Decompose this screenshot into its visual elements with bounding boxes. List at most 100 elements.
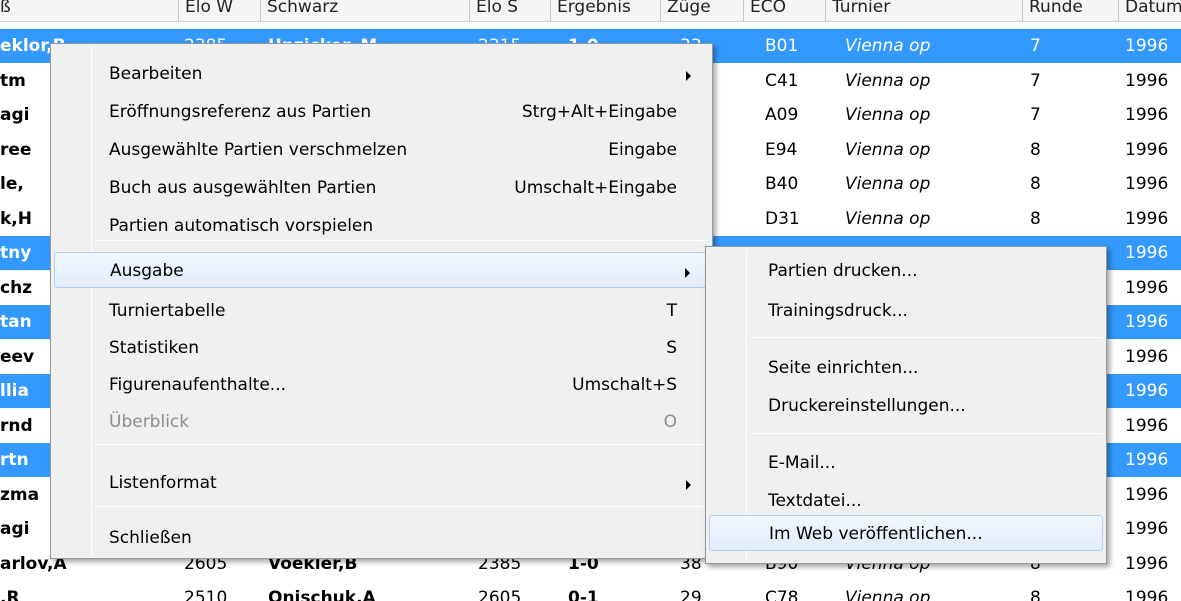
cell-date: 1996 [1125,450,1169,470]
menu-item-label: Schließen [109,528,192,548]
menu-item-shortcut: Umschalt+Eingabe [514,178,677,198]
cell-round: 8 [1030,588,1041,601]
menu-separator [95,444,709,445]
cell-white: ,R [0,588,20,601]
menu-item-eroffnungsreferenz-aus-partien[interactable]: Eröffnungsreferenz aus Partien Strg+Alt+E… [54,94,709,130]
menu-item-buch-aus-ausgewahlten-partien[interactable]: Buch aus ausgewählten Partien Umschalt+Ei… [54,170,709,206]
cell-date: 1996 [1125,415,1169,436]
column-header-event[interactable]: Turnier [825,0,1022,22]
submenu-item-druckereinstellungen[interactable]: Druckereinstellungen... [709,388,1103,424]
cell-round: 7 [1030,105,1041,125]
submenu-item-partien-drucken[interactable]: Partien drucken... [709,253,1103,289]
column-header-white[interactable]: ß [0,0,178,22]
submenu-item-label: Partien drucken... [768,261,918,281]
submenu-item-label: Im Web veröffentlichen... [769,524,983,544]
menu-item-label: Überblick [109,412,190,432]
cell-date: 1996 [1125,346,1169,367]
game-row[interactable]: ,R 2510 Onischuk,A 2605 0-1 29 C78 Vienna op 8 19… [0,581,1181,601]
menu-item-label: Listenformat [109,473,217,493]
cell-eco: C41 [765,70,799,91]
cell-event: Vienna op [845,70,931,91]
cell-date: 1996 [1125,277,1169,298]
cell-date: 1996 [1125,139,1169,160]
menu-item-figurenaufenthalte[interactable]: Figurenaufenthalte... Umschalt+S [54,367,709,403]
menu-item-statistiken[interactable]: Statistiken S [54,330,709,366]
column-header-elo-black[interactable]: Elo S [469,0,550,22]
menu-item-bearbeiten[interactable]: Bearbeiten [54,56,709,92]
cell-elo-s: 2605 [478,588,522,601]
menu-item-label: Ausgabe [110,261,184,281]
menu-item-label: Figurenaufenthalte... [109,375,287,395]
column-header-moves[interactable]: Züge [660,0,743,22]
cell-black: Onischuk,A [268,588,376,601]
menu-item-shortcut: Strg+Alt+Eingabe [521,102,677,122]
menu-item-uberblick[interactable]: Überblick O [54,404,709,440]
submenu-item-trainingsdruck[interactable]: Trainingsdruck... [709,293,1103,329]
menu-item-shortcut: Umschalt+S [572,375,677,395]
cell-eco: A09 [765,105,799,125]
menu-separator [95,506,709,507]
cell-date: 1996 [1125,70,1169,91]
submenu-arrow-icon [686,480,691,490]
cell-elo-w: 2510 [184,588,228,601]
cell-date: 1996 [1125,174,1169,194]
cell-date: 1996 [1125,381,1169,401]
cell-date: 1996 [1125,243,1169,263]
cell-date: 1996 [1125,208,1169,229]
column-header-date[interactable]: Datum [1118,0,1181,22]
cell-event: Vienna op [845,139,931,160]
menu-item-shortcut: O [663,412,677,432]
cell-date: 1996 [1125,553,1169,574]
column-header-row: ß Elo W Schwarz Elo S Ergebnis Züge ECO … [0,0,1181,22]
column-header-result[interactable]: Ergebnis [550,0,660,22]
column-header-round[interactable]: Runde [1022,0,1118,22]
menu-item-ausgabe[interactable]: Ausgabe [54,252,709,288]
cell-eco: B01 [765,36,799,56]
cell-date: 1996 [1125,105,1169,125]
submenu-item-e-mail[interactable]: E-Mail... [709,445,1103,481]
cell-eco: E94 [765,139,798,160]
menu-item-label: Turniertabelle [109,301,226,321]
menu-item-partien-automatisch-vorspielen[interactable]: Partien automatisch vorspielen [54,208,709,244]
context-menu: Bearbeiten Eröffnungsreferenz aus Partien… [50,43,713,559]
cell-moves: 29 [680,588,702,601]
submenu-separator [750,337,1103,338]
menu-item-schliessen[interactable]: Schließen [54,520,709,556]
cell-eco: D31 [765,208,800,229]
menu-item-shortcut: T [666,301,677,321]
submenu-item-label: Druckereinstellungen... [768,396,966,416]
cell-event: Vienna op [845,588,931,601]
cell-eco: C78 [765,588,799,601]
submenu-item-im-web-veroffentlichen[interactable]: Im Web veröffentlichen... [709,515,1103,551]
menu-item-label: Partien automatisch vorspielen [109,216,374,236]
cell-event: Vienna op [845,105,931,125]
column-header-black[interactable]: Schwarz [260,0,469,22]
cell-eco: B40 [765,174,799,194]
column-header-eco[interactable]: ECO [743,0,825,22]
submenu-arrow-icon [686,71,691,81]
cell-round: 8 [1030,174,1041,194]
submenu-item-label: E-Mail... [768,453,836,473]
cell-result: 0-1 [568,588,599,601]
submenu-item-label: Seite einrichten... [768,358,919,378]
submenu-item-textdatei[interactable]: Textdatei... [709,483,1103,519]
menu-item-label: Statistiken [109,338,199,358]
cell-round: 7 [1030,36,1041,56]
menu-item-listenformat[interactable]: Listenformat [54,465,709,501]
cell-date: 1996 [1125,36,1169,56]
menu-item-label: Buch aus ausgewählten Partien [109,178,377,198]
menu-item-shortcut: S [666,338,677,358]
menu-item-label: Eröffnungsreferenz aus Partien [109,102,372,122]
menu-item-turniertabelle[interactable]: Turniertabelle T [54,293,709,329]
submenu-item-seite-einrichten[interactable]: Seite einrichten... [709,350,1103,386]
submenu-item-label: Textdatei... [768,491,862,511]
submenu-item-label: Trainingsdruck... [768,301,908,321]
column-header-elo-white[interactable]: Elo W [178,0,260,22]
cell-round: 8 [1030,139,1041,160]
menu-item-ausgewahlte-partien-verschmelzen[interactable]: Ausgewählte Partien verschmelzen Eingabe [54,132,709,168]
cell-event: Vienna op [845,208,931,229]
cell-round: 7 [1030,70,1041,91]
cell-round: 8 [1030,208,1041,229]
menu-item-label: Ausgewählte Partien verschmelzen [109,140,408,160]
menu-item-shortcut: Eingabe [608,140,677,160]
